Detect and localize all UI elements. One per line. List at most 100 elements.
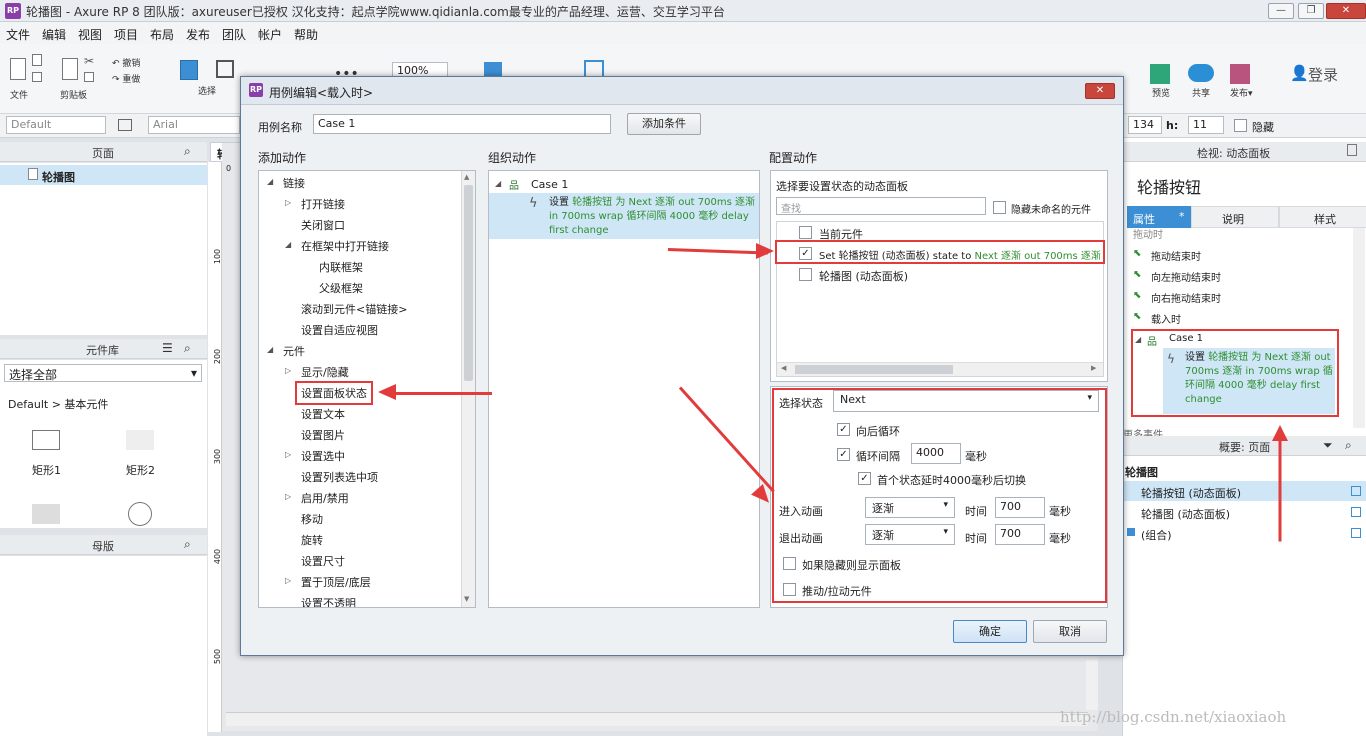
- scroll-down-icon[interactable]: ▼: [464, 595, 469, 603]
- select-mode-icon[interactable]: [180, 60, 198, 80]
- event-drag-left-end[interactable]: 向左拖动结束时: [1151, 269, 1221, 284]
- publish-label[interactable]: 发布▾: [1230, 86, 1253, 99]
- menu-layout[interactable]: 布局: [150, 26, 174, 43]
- outline-root[interactable]: 轮播图: [1125, 464, 1158, 480]
- share-cloud-icon[interactable]: [1188, 64, 1214, 82]
- menu-publish[interactable]: 发布: [186, 26, 210, 43]
- menu-file[interactable]: 文件: [6, 26, 30, 43]
- organize-case-name[interactable]: Case 1: [531, 178, 568, 191]
- tri-right-icon[interactable]: ▷: [285, 198, 291, 207]
- tri-right-icon[interactable]: ▷: [285, 576, 291, 585]
- paste-icon[interactable]: [62, 58, 78, 80]
- undo-button[interactable]: ↶ 撤销: [112, 56, 140, 69]
- widget-name[interactable]: 轮播按钮: [1137, 174, 1201, 198]
- rectangle2-widget-icon[interactable]: [126, 430, 154, 450]
- hide-unnamed-checkbox[interactable]: [993, 201, 1006, 214]
- menu-view[interactable]: 视图: [78, 26, 102, 43]
- library-select[interactable]: 选择全部 ▾: [4, 364, 202, 382]
- enter-animation-select[interactable]: 逐渐 ▾: [865, 497, 955, 518]
- exit-time-input[interactable]: 700: [995, 524, 1045, 545]
- ellipse-widget-icon[interactable]: [128, 502, 152, 526]
- font-select[interactable]: Arial: [148, 116, 240, 134]
- hscroll-thumb[interactable]: [795, 365, 953, 374]
- panel-list-hscrollbar[interactable]: ◀ ▶: [777, 362, 1103, 376]
- notes-icon[interactable]: [1347, 144, 1357, 156]
- menu-team[interactable]: 团队: [222, 26, 246, 43]
- cancel-button[interactable]: 取消: [1033, 620, 1107, 643]
- visibility-icon[interactable]: [1351, 486, 1361, 496]
- tab-notes[interactable]: 说明: [1191, 206, 1279, 228]
- format-painter-icon[interactable]: [118, 119, 132, 131]
- cut-icon[interactable]: ✂: [84, 54, 94, 68]
- event-drag-end[interactable]: 拖动结束时: [1151, 248, 1201, 263]
- library-group[interactable]: Default > 基本元件: [8, 396, 108, 412]
- rectangle-widget-icon[interactable]: [32, 430, 60, 450]
- tab-properties[interactable]: 属性 *: [1127, 206, 1191, 228]
- event-drag-right-end[interactable]: 向右拖动结束时: [1151, 290, 1221, 305]
- search-icon[interactable]: ⌕: [184, 144, 191, 159]
- login-button[interactable]: 登录: [1308, 64, 1338, 85]
- copy-icon[interactable]: [84, 72, 94, 82]
- carousel-image-label[interactable]: 轮播图 (动态面板): [819, 268, 908, 284]
- restore-button[interactable]: ❐: [1298, 3, 1324, 19]
- add-condition-button[interactable]: 添加条件: [627, 113, 701, 135]
- event-drag[interactable]: 拖动时: [1133, 226, 1163, 241]
- inspector-action[interactable]: ϟ 设置 轮播按钮 为 Next 逐渐 out 700ms 逐渐 in 700m…: [1163, 348, 1335, 414]
- save-icon[interactable]: [32, 54, 42, 66]
- current-widget-checkbox[interactable]: [799, 226, 812, 239]
- masters-search-icon[interactable]: ⌕: [184, 537, 191, 552]
- menu-help[interactable]: 帮助: [294, 26, 318, 43]
- style-select[interactable]: Default: [6, 116, 106, 134]
- new-file-icon[interactable]: [10, 58, 26, 80]
- show-if-hidden-checkbox[interactable]: [783, 557, 796, 570]
- tri-down-icon[interactable]: ◢: [267, 177, 273, 186]
- tri-right-icon[interactable]: ▷: [285, 450, 291, 459]
- canvas-horizontal-scrollbar[interactable]: [226, 712, 1088, 726]
- open-icon[interactable]: [32, 72, 42, 82]
- menu-account[interactable]: 帐户: [258, 26, 282, 43]
- outline-search-icon[interactable]: ⌕: [1345, 438, 1352, 453]
- exit-animation-select[interactable]: 逐渐 ▾: [865, 524, 955, 545]
- dialog-close-button[interactable]: ✕: [1085, 83, 1115, 99]
- repeat-interval-input[interactable]: 4000: [911, 443, 961, 464]
- y-input[interactable]: 134: [1128, 116, 1162, 134]
- outline-item[interactable]: 轮播按钮 (动态面板): [1123, 481, 1366, 501]
- crop-icon[interactable]: [216, 60, 234, 78]
- wrap-checkbox[interactable]: ✓: [837, 423, 850, 436]
- visibility-icon[interactable]: [1351, 528, 1361, 538]
- repeat-checkbox[interactable]: ✓: [837, 448, 850, 461]
- page-item[interactable]: 轮播图: [0, 165, 207, 185]
- case-name-input[interactable]: Case 1: [313, 114, 611, 134]
- tri-down-icon[interactable]: ◢: [285, 240, 291, 249]
- placeholder-widget-icon[interactable]: [32, 504, 60, 524]
- hidden-checkbox[interactable]: [1234, 119, 1247, 132]
- actions-scrollbar[interactable]: ▲ ▼: [461, 171, 475, 607]
- preview-icon[interactable]: [1150, 64, 1170, 84]
- inspector-scrollbar[interactable]: [1353, 228, 1365, 428]
- menu-edit[interactable]: 编辑: [42, 26, 66, 43]
- library-search-icon[interactable]: ⌕: [184, 341, 191, 356]
- ok-button[interactable]: 确定: [953, 620, 1027, 643]
- organize-action-item[interactable]: ϟ 设置 轮播按钮 为 Next 逐渐 out 700ms 逐渐 in 700m…: [489, 193, 759, 239]
- tri-down-icon[interactable]: ◢: [267, 345, 273, 354]
- scroll-up-icon[interactable]: ▲: [464, 173, 469, 181]
- push-pull-checkbox[interactable]: [783, 583, 796, 596]
- redo-button[interactable]: ↷ 重做: [112, 72, 140, 85]
- close-window-button[interactable]: ✕: [1326, 3, 1366, 19]
- tri-right-icon[interactable]: ▷: [285, 492, 291, 501]
- tri-right-icon[interactable]: ▷: [285, 366, 291, 375]
- scroll-left-icon[interactable]: ◀: [781, 364, 786, 372]
- menu-icon[interactable]: ☰: [162, 341, 173, 355]
- first-delay-checkbox[interactable]: ✓: [858, 472, 871, 485]
- carousel-image-checkbox[interactable]: [799, 268, 812, 281]
- visibility-icon[interactable]: [1351, 507, 1361, 517]
- state-select[interactable]: Next ▾: [833, 390, 1099, 412]
- panel-search-input[interactable]: 查找: [776, 197, 986, 215]
- filter-icon[interactable]: ⏷: [1323, 438, 1333, 453]
- menu-project[interactable]: 项目: [114, 26, 138, 43]
- event-page-load[interactable]: 载入时: [1151, 311, 1181, 326]
- enter-time-input[interactable]: 700: [995, 497, 1045, 518]
- outline-item[interactable]: 轮播图 (动态面板): [1123, 502, 1366, 522]
- publish-icon[interactable]: [1230, 64, 1250, 84]
- height-input[interactable]: 11: [1188, 116, 1224, 134]
